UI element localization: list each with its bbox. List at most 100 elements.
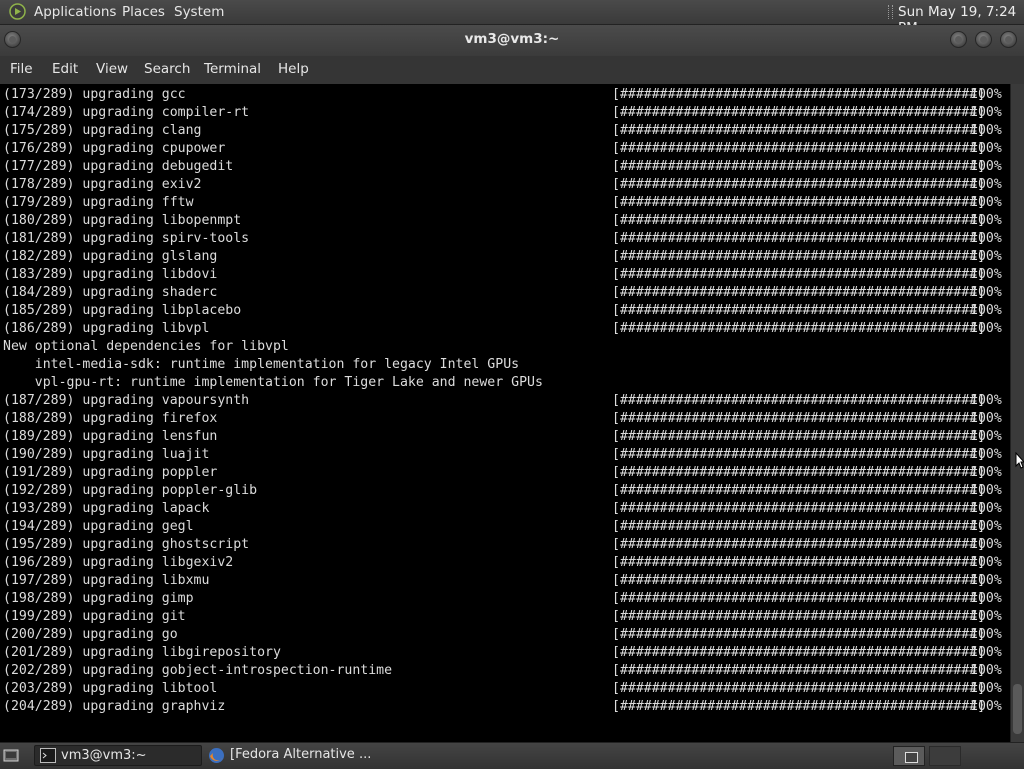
progress-bar-text: [#######################################… bbox=[612, 87, 986, 102]
terminal-line: New optional dependencies for libvpl bbox=[3, 339, 289, 354]
terminal-line: (195/289) upgrading ghostscript bbox=[3, 537, 250, 552]
terminal-line: (199/289) upgrading git bbox=[3, 609, 186, 624]
progress-percent: 100% bbox=[970, 105, 1002, 120]
progress-bar-text: [#######################################… bbox=[612, 555, 986, 570]
terminal-line: (204/289) upgrading graphviz bbox=[3, 699, 226, 714]
terminal-line: (175/289) upgrading clang bbox=[3, 123, 202, 138]
progress-bar-text: [#######################################… bbox=[612, 429, 986, 444]
panel-separator bbox=[888, 5, 893, 19]
progress-bar-text: [#######################################… bbox=[612, 411, 986, 426]
scrollbar-thumb[interactable] bbox=[1013, 684, 1022, 734]
show-desktop-icon[interactable] bbox=[3, 747, 19, 763]
terminal-line: (182/289) upgrading glslang bbox=[3, 249, 218, 264]
terminal-line: (186/289) upgrading libvpl bbox=[3, 321, 210, 336]
terminal-line: (181/289) upgrading spirv-tools bbox=[3, 231, 250, 246]
terminal-line: (190/289) upgrading luajit bbox=[3, 447, 210, 462]
progress-percent: 100% bbox=[970, 249, 1002, 264]
firefox-icon bbox=[209, 748, 224, 763]
bottom-taskbar: vm3@vm3:~ [Fedora Alternative ... bbox=[0, 742, 1024, 769]
progress-percent: 100% bbox=[970, 195, 1002, 210]
progress-bar-text: [#######################################… bbox=[612, 501, 986, 516]
progress-bar-text: [#######################################… bbox=[612, 483, 986, 498]
progress-bar-text: [#######################################… bbox=[612, 627, 986, 642]
progress-bar-text: [#######################################… bbox=[612, 537, 986, 552]
progress-percent: 100% bbox=[970, 501, 1002, 516]
terminal-line: (194/289) upgrading gegl bbox=[3, 519, 194, 534]
terminal-line: (179/289) upgrading fftw bbox=[3, 195, 194, 210]
menu-file[interactable]: File bbox=[10, 61, 33, 77]
terminal-line: (200/289) upgrading go bbox=[3, 627, 178, 642]
progress-bar-text: [#######################################… bbox=[612, 123, 986, 138]
terminal-line: (196/289) upgrading libgexiv2 bbox=[3, 555, 234, 570]
progress-bar-text: [#######################################… bbox=[612, 249, 986, 264]
menu-view[interactable]: View bbox=[96, 61, 128, 77]
maximize-button[interactable] bbox=[975, 31, 992, 48]
taskbar-item-terminal[interactable]: vm3@vm3:~ bbox=[34, 745, 202, 766]
menu-places[interactable]: Places bbox=[122, 4, 165, 20]
workspace-switcher-2[interactable] bbox=[929, 746, 961, 766]
progress-bar-text: [#######################################… bbox=[612, 609, 986, 624]
progress-percent: 100% bbox=[970, 627, 1002, 642]
taskbar-item-label: vm3@vm3:~ bbox=[61, 748, 147, 763]
terminal-icon bbox=[40, 748, 56, 763]
window-title: vm3@vm3:~ bbox=[464, 31, 560, 47]
menu-applications[interactable]: Applications bbox=[34, 4, 116, 20]
progress-percent: 100% bbox=[970, 519, 1002, 534]
progress-percent: 100% bbox=[970, 231, 1002, 246]
progress-percent: 100% bbox=[970, 429, 1002, 444]
progress-percent: 100% bbox=[970, 87, 1002, 102]
progress-percent: 100% bbox=[970, 321, 1002, 336]
progress-percent: 100% bbox=[970, 447, 1002, 462]
terminal-line: (202/289) upgrading gobject-introspectio… bbox=[3, 663, 393, 678]
progress-bar-text: [#######################################… bbox=[612, 681, 986, 696]
close-button[interactable] bbox=[1000, 31, 1017, 48]
progress-percent: 100% bbox=[970, 555, 1002, 570]
taskbar-item-firefox[interactable]: [Fedora Alternative ... bbox=[204, 745, 374, 766]
terminal-output[interactable]: (173/289) upgrading gcc [################… bbox=[0, 84, 1010, 742]
progress-bar-text: [#######################################… bbox=[612, 177, 986, 192]
terminal-line: vpl-gpu-rt: runtime implementation for T… bbox=[3, 375, 543, 390]
menu-help[interactable]: Help bbox=[278, 61, 309, 77]
progress-percent: 100% bbox=[970, 213, 1002, 228]
progress-bar-text: [#######################################… bbox=[612, 285, 986, 300]
terminal-line: (176/289) upgrading cpupower bbox=[3, 141, 226, 156]
progress-bar-text: [#######################################… bbox=[612, 393, 986, 408]
progress-percent: 100% bbox=[970, 159, 1002, 174]
menu-terminal[interactable]: Terminal bbox=[204, 61, 261, 77]
progress-percent: 100% bbox=[970, 573, 1002, 588]
minimize-button[interactable] bbox=[950, 31, 967, 48]
progress-percent: 100% bbox=[970, 465, 1002, 480]
terminal-line: (180/289) upgrading libopenmpt bbox=[3, 213, 242, 228]
menu-system[interactable]: System bbox=[174, 4, 224, 20]
progress-bar-text: [#######################################… bbox=[612, 195, 986, 210]
terminal-scrollbar[interactable] bbox=[1010, 84, 1024, 742]
terminal-line: (173/289) upgrading gcc bbox=[3, 87, 186, 102]
progress-percent: 100% bbox=[970, 537, 1002, 552]
progress-bar-text: [#######################################… bbox=[612, 159, 986, 174]
menu-search[interactable]: Search bbox=[144, 61, 190, 77]
progress-bar-text: [#######################################… bbox=[612, 303, 986, 318]
progress-percent: 100% bbox=[970, 123, 1002, 138]
progress-percent: 100% bbox=[970, 141, 1002, 156]
terminal-line: (178/289) upgrading exiv2 bbox=[3, 177, 202, 192]
terminal-line: (192/289) upgrading poppler-glib bbox=[3, 483, 258, 498]
progress-percent: 100% bbox=[970, 609, 1002, 624]
terminal-line: (201/289) upgrading libgirepository bbox=[3, 645, 281, 660]
terminal-line: (189/289) upgrading lensfun bbox=[3, 429, 218, 444]
distro-logo-icon[interactable] bbox=[9, 3, 26, 20]
terminal-line: (203/289) upgrading libtool bbox=[3, 681, 218, 696]
terminal-line: intel-media-sdk: runtime implementation … bbox=[3, 357, 520, 372]
menu-edit[interactable]: Edit bbox=[52, 61, 78, 77]
progress-percent: 100% bbox=[970, 699, 1002, 714]
terminal-line: (184/289) upgrading shaderc bbox=[3, 285, 218, 300]
progress-percent: 100% bbox=[970, 393, 1002, 408]
window-titlebar[interactable]: vm3@vm3:~ bbox=[0, 25, 1024, 56]
terminal-menubar: File Edit View Search Terminal Help bbox=[0, 56, 1024, 84]
workspace-switcher-1[interactable] bbox=[893, 746, 925, 766]
terminal-line: (193/289) upgrading lapack bbox=[3, 501, 210, 516]
terminal-line: (187/289) upgrading vapoursynth bbox=[3, 393, 250, 408]
progress-percent: 100% bbox=[970, 267, 1002, 282]
progress-bar-text: [#######################################… bbox=[612, 267, 986, 282]
terminal-line: (188/289) upgrading firefox bbox=[3, 411, 218, 426]
progress-bar-text: [#######################################… bbox=[612, 645, 986, 660]
